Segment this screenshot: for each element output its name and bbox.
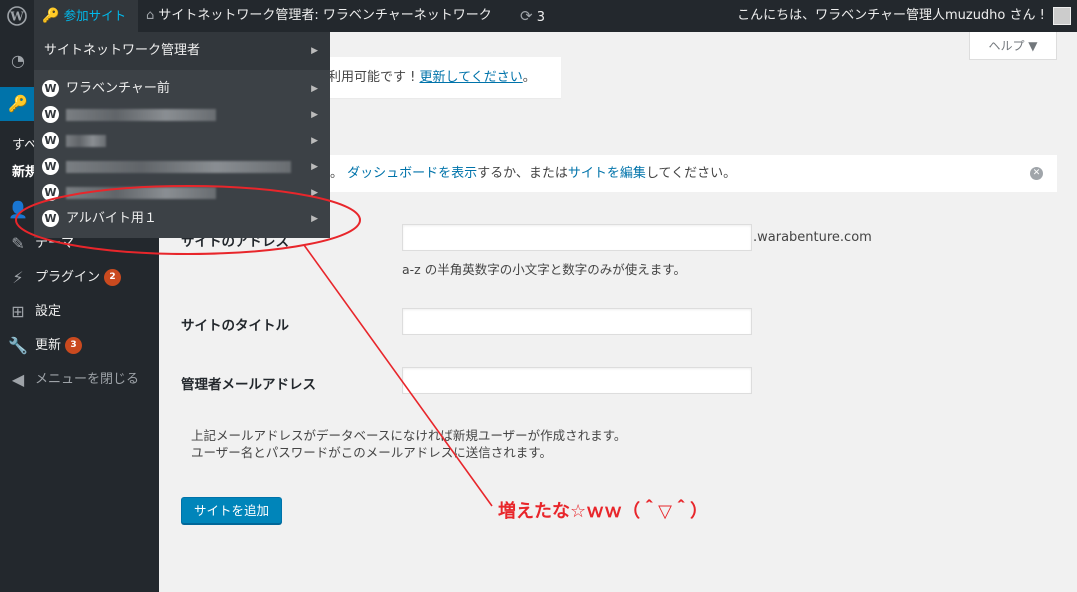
- menu-updates-label-wrap: 更新 3: [35, 329, 83, 363]
- wordpress-site-icon: W: [42, 158, 59, 175]
- site-title-input[interactable]: [402, 308, 752, 335]
- avatar: [1053, 6, 1071, 25]
- home-icon: ⌂: [146, 8, 155, 23]
- annotation-text: 増えたな☆ｗｗ（＾▽＾）: [498, 501, 708, 522]
- my-sites-menu[interactable]: 🔑 参加サイト: [34, 0, 138, 32]
- redacted-site-name: [66, 108, 216, 121]
- wordpress-site-icon: W: [42, 80, 59, 97]
- dropdown-site-item[interactable]: W アルバイト用１ ▶: [34, 206, 330, 232]
- menu-plugins[interactable]: ⚡ プラグイン 2: [0, 261, 159, 295]
- chevron-right-icon: ▶: [311, 214, 318, 224]
- updates-link[interactable]: ⟳ 3: [520, 0, 545, 32]
- menu-plugins-label: プラグイン: [35, 270, 101, 285]
- dropdown-site-item[interactable]: W ワラベンチャー前 ▶: [34, 76, 330, 102]
- greeting-text: こんにちは、ワラベンチャー管理人muzudho さん !: [737, 8, 1045, 23]
- wordpress-site-icon: W: [42, 106, 59, 123]
- plugin-icon: ⚡: [12, 268, 24, 287]
- network-admin-link[interactable]: ⌂ サイトネットワーク管理者: ワラベンチャーネットワーク: [146, 0, 492, 32]
- notice-suffix: してください。: [645, 166, 737, 181]
- my-sites-label: 参加サイト: [63, 8, 127, 23]
- dashboard-link[interactable]: ダッシュボードを表示: [347, 166, 477, 181]
- dismiss-icon[interactable]: ✕: [1030, 167, 1043, 180]
- chevron-right-icon: ▶: [311, 188, 318, 198]
- wordpress-site-icon: W: [42, 210, 59, 227]
- update-notice-suffix: 。: [522, 70, 536, 85]
- my-sites-dropdown: サイトネットワーク管理者 ▶ W ワラベンチャー前 ▶ W ▶ W ▶ W ▶ …: [34, 32, 330, 238]
- chevron-right-icon: ▶: [311, 110, 318, 120]
- users-icon: 👤: [8, 200, 28, 219]
- dropdown-site-item[interactable]: W ▶: [34, 128, 330, 154]
- update-notice: 利用可能です ! 更新してください。: [326, 57, 561, 98]
- my-account-menu[interactable]: こんにちは、ワラベンチャー管理人muzudho さん !: [737, 0, 1071, 32]
- edit-site-link[interactable]: サイトを編集: [568, 166, 646, 181]
- site-address-input[interactable]: [402, 224, 752, 251]
- updates-count: 3: [536, 10, 545, 25]
- email-note: 上記メールアドレスがデータベースになければ新規ユーザーが作成されます。 ユーザー…: [191, 427, 626, 461]
- menu-settings-label: 設定: [35, 304, 62, 319]
- redacted-site-name: [66, 186, 216, 199]
- dropdown-site-item[interactable]: W ▶: [34, 154, 330, 180]
- dropdown-network-admin[interactable]: サイトネットワーク管理者 ▶: [34, 32, 330, 70]
- dropdown-site-item[interactable]: W ▶: [34, 180, 330, 206]
- menu-updates[interactable]: 🔧 更新 3: [0, 329, 159, 363]
- svg-text:W: W: [9, 9, 24, 23]
- menu-settings[interactable]: ⊞ 設定: [0, 295, 159, 329]
- key-icon: 🔑: [8, 94, 28, 113]
- menu-updates-label: 更新: [35, 338, 62, 353]
- site-name: ワラベンチャー前: [66, 81, 170, 96]
- wordpress-logo-icon[interactable]: W: [0, 0, 34, 32]
- dropdown-network-admin-label: サイトネットワーク管理者: [44, 43, 201, 58]
- dropdown-site-list: W ワラベンチャー前 ▶ W ▶ W ▶ W ▶ W ▶ W アルバイト用１ ▶: [34, 70, 330, 238]
- add-site-button[interactable]: サイトを追加: [181, 497, 282, 524]
- help-tab-button[interactable]: ヘルプ ▼: [969, 32, 1057, 60]
- admin-bar: W 🔑 参加サイト ⌂ サイトネットワーク管理者: ワラベンチャーネットワーク …: [0, 0, 1077, 32]
- wrench-icon: 🔧: [8, 336, 28, 355]
- network-title: サイトネットワーク管理者: ワラベンチャーネットワーク: [158, 8, 492, 23]
- wordpress-site-icon: W: [42, 132, 59, 149]
- menu-plugins-label-wrap: プラグイン 2: [35, 261, 122, 295]
- refresh-icon: ⟳: [520, 7, 533, 25]
- chevron-right-icon: ▶: [311, 162, 318, 172]
- redacted-site-name: [66, 134, 106, 147]
- update-notice-text: 利用可能です !: [328, 70, 420, 85]
- redacted-site-name: [66, 160, 291, 173]
- brush-icon: ✎: [11, 234, 25, 253]
- chevron-right-icon: ▶: [311, 84, 318, 94]
- address-description: a-z の半角英数字の小文字と数字のみが使えます。: [402, 262, 686, 277]
- update-now-link[interactable]: 更新してください: [419, 70, 522, 85]
- dashboard-icon: ◔: [11, 51, 25, 70]
- site-title-label: サイトのタイトル: [181, 318, 289, 334]
- email-note-line1: 上記メールアドレスがデータベースになければ新規ユーザーが作成されます。: [191, 428, 627, 443]
- notice-prefix: 。: [330, 166, 344, 181]
- key-icon: 🔑: [42, 8, 60, 24]
- admin-email-input[interactable]: [402, 367, 752, 394]
- wordpress-site-icon: W: [42, 184, 59, 201]
- menu-collapse-label: メニューを閉じる: [35, 372, 140, 387]
- chevron-right-icon: ▶: [311, 46, 318, 56]
- collapse-icon: ◀: [11, 370, 25, 389]
- admin-email-label: 管理者メールアドレス: [181, 377, 316, 393]
- email-note-line2: ユーザー名とパスワードがこのメールアドレスに送信されます。: [191, 445, 553, 460]
- notice-middle: するか、または: [477, 166, 568, 181]
- updates-badge: 3: [65, 337, 83, 354]
- plugins-badge: 2: [104, 269, 122, 286]
- settings-icon: ⊞: [11, 302, 25, 321]
- site-added-notice: 。 ダッシュボードを表示するか、またはサイトを編集してください。 ✕: [326, 155, 1057, 192]
- menu-collapse[interactable]: ◀ メニューを閉じる: [0, 363, 159, 397]
- site-name: アルバイト用１: [66, 211, 157, 226]
- dropdown-site-item[interactable]: W ▶: [34, 102, 330, 128]
- chevron-right-icon: ▶: [311, 136, 318, 146]
- domain-suffix: .warabenture.com: [753, 230, 872, 245]
